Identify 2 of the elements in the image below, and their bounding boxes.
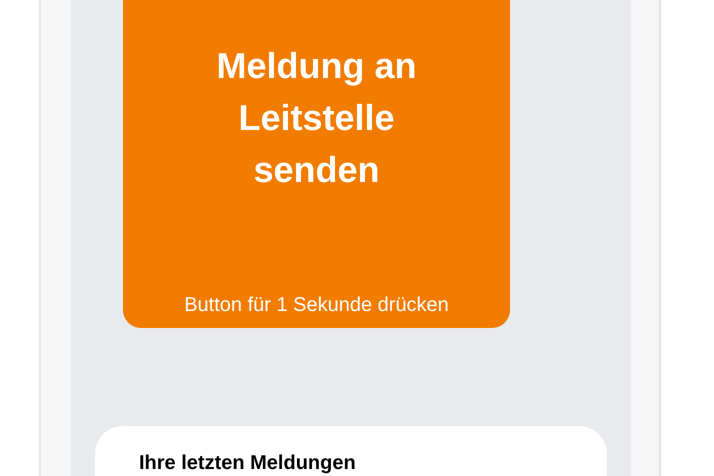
recent-reports-heading: Ihre letzten Meldungen — [139, 452, 356, 475]
report-button[interactable]: Meldung an Leitstelle senden Button für 1 Sekunde drücken — [123, 0, 510, 328]
